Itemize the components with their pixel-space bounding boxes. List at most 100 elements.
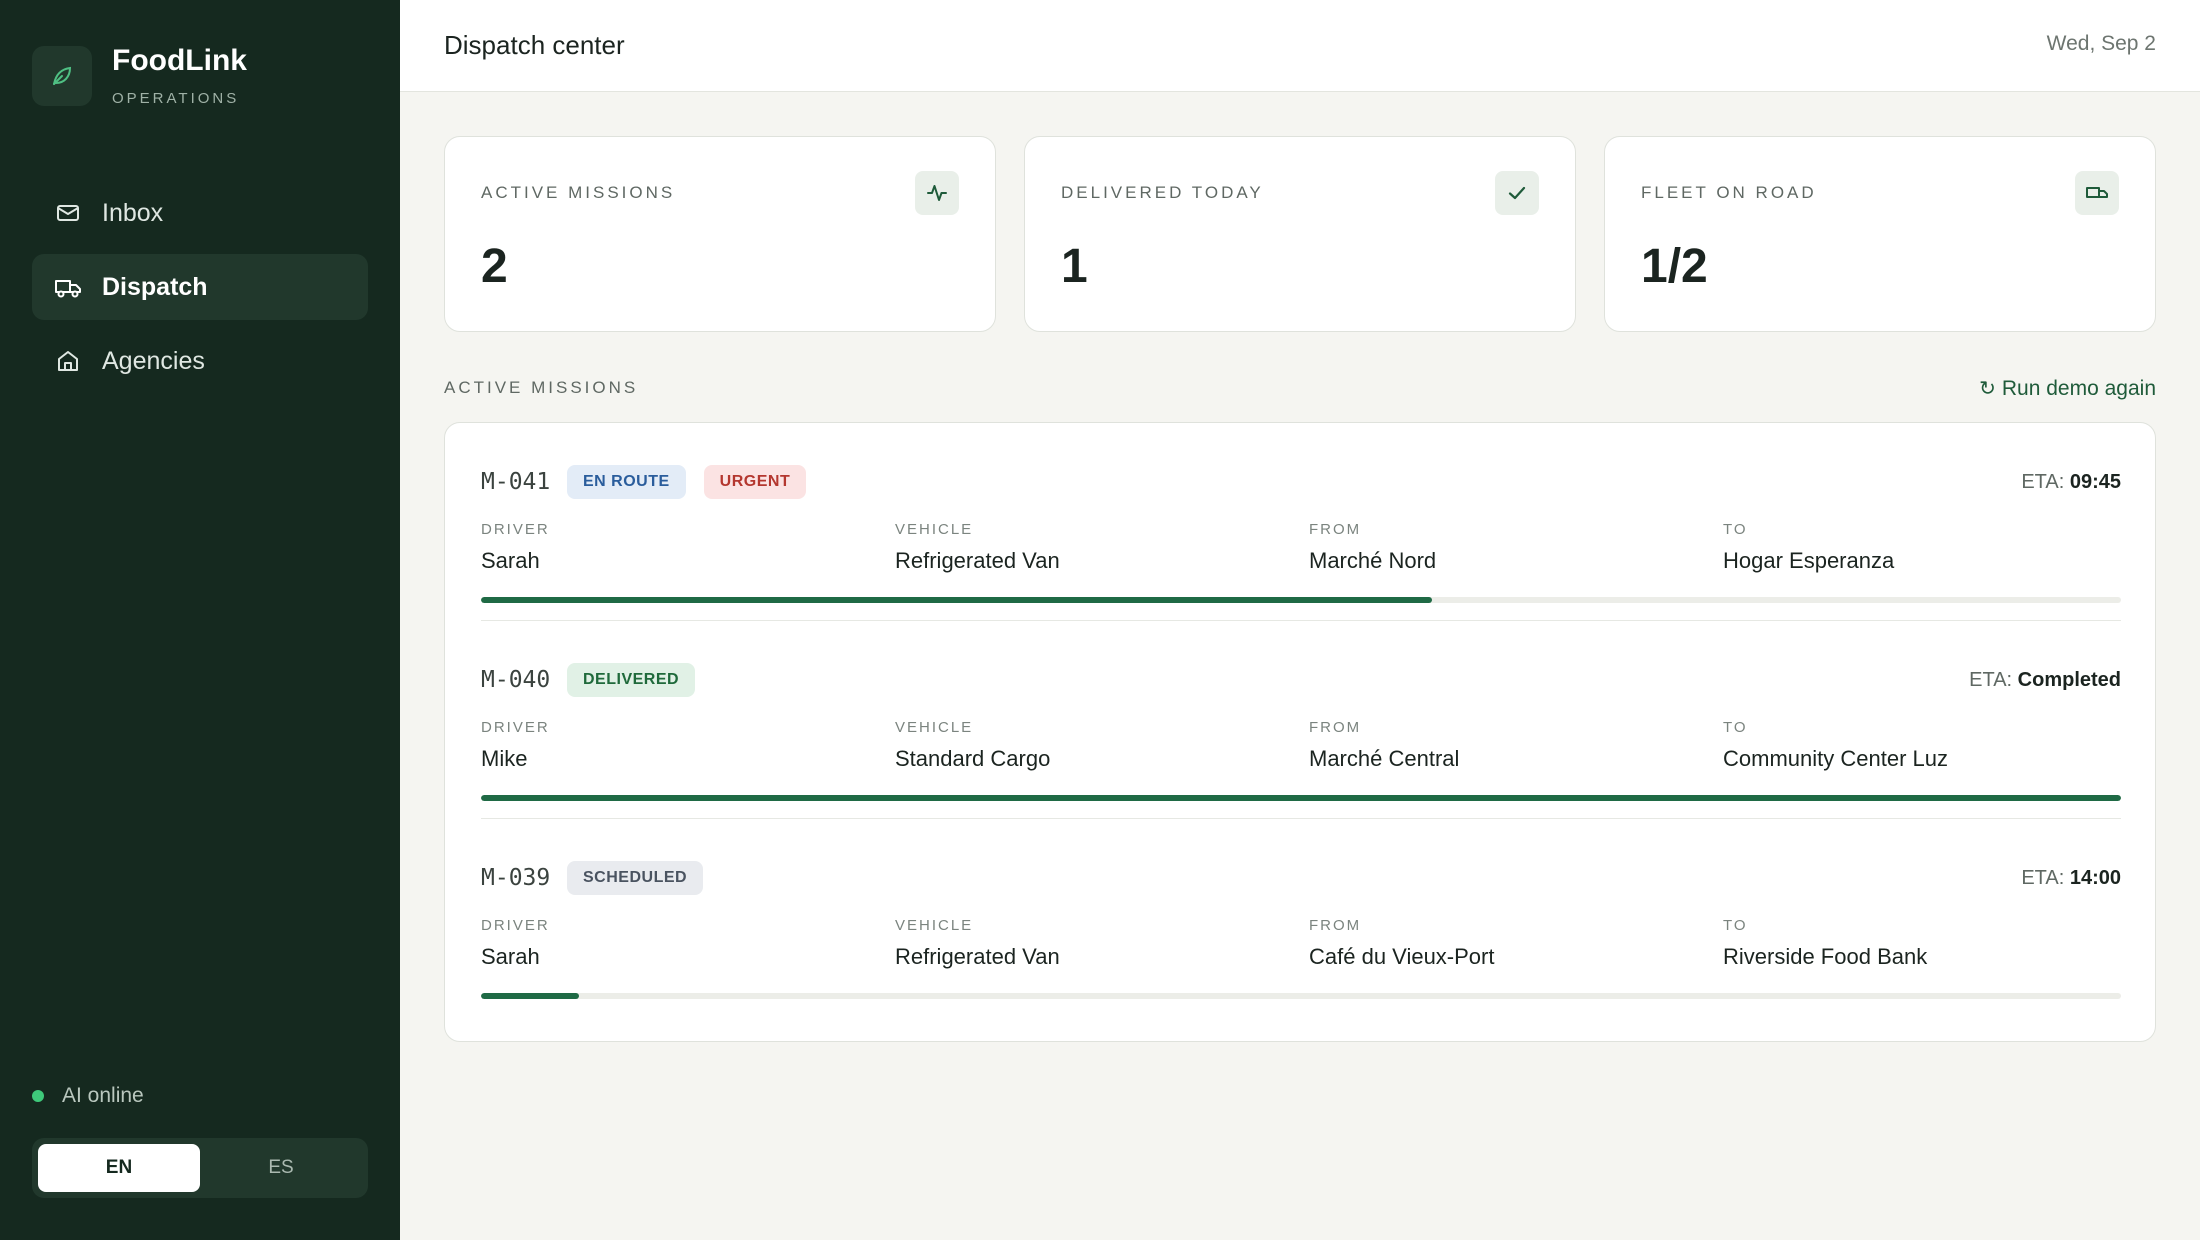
stat-value: 1/2 [1641, 240, 1708, 293]
field-label: DRIVER [481, 521, 550, 538]
sidebar-item-label: Inbox [102, 198, 164, 227]
mission-id: M-041 [481, 469, 551, 495]
sidebar: FoodLink OPERATIONS Inbox Dispatch Agenc… [0, 0, 400, 1240]
brand[interactable]: FoodLink OPERATIONS [32, 46, 247, 107]
run-demo-label: Run demo again [2001, 376, 2156, 400]
language-es-button[interactable]: ES [200, 1144, 362, 1192]
progress-fill [481, 597, 1433, 603]
truck-icon [2075, 171, 2119, 215]
field-value: Refrigerated Van [895, 548, 1060, 573]
status-badge: EN ROUTE [567, 465, 686, 499]
sidebar-nav: Inbox Dispatch Agencies [32, 180, 368, 402]
section-title: ACTIVE MISSIONS [444, 378, 639, 397]
status-badge: DELIVERED [567, 663, 696, 697]
stat-label: DELIVERED TODAY [1061, 183, 1264, 202]
field-vehicle: VEHICLE Refrigerated Van [895, 521, 1060, 574]
field-label: TO [1723, 917, 1748, 934]
mission-eta: ETA: 09:45 [2021, 471, 2121, 494]
sidebar-item-label: Agencies [102, 346, 205, 375]
home-icon [54, 347, 82, 375]
field-label: VEHICLE [895, 719, 974, 736]
field-label: TO [1723, 719, 1748, 736]
stat-label: FLEET ON ROAD [1641, 183, 1817, 202]
sidebar-item-agencies[interactable]: Agencies [32, 328, 368, 394]
mission-eta: ETA: 14:00 [2021, 867, 2121, 890]
missions-list: M-041 EN ROUTE URGENT ETA: 09:45 DRIVER … [444, 422, 2156, 1042]
mission-eta: ETA: Completed [1969, 669, 2121, 692]
eta-value: 09:45 [2069, 471, 2121, 493]
field-vehicle: VEHICLE Refrigerated Van [895, 917, 1060, 970]
mission-id: M-039 [481, 865, 551, 891]
sidebar-item-label: Dispatch [102, 272, 208, 301]
mission-badges: SCHEDULED [567, 861, 721, 895]
page-title: Dispatch center [444, 30, 625, 60]
field-value: Riverside Food Bank [1723, 944, 1928, 969]
run-demo-button[interactable]: ↻ Run demo again [1979, 376, 2156, 401]
progress-bar [481, 993, 2121, 999]
field-label: TO [1723, 521, 1748, 538]
check-icon [1495, 171, 1539, 215]
leaf-icon [32, 46, 92, 106]
stat-value: 2 [481, 240, 508, 293]
field-label: DRIVER [481, 917, 550, 934]
field-label: VEHICLE [895, 917, 974, 934]
stat-card-fleet-on-road: FLEET ON ROAD 1/2 [1604, 136, 2156, 332]
field-driver: DRIVER Mike [481, 719, 550, 772]
app-subtitle: OPERATIONS [112, 90, 240, 107]
eta-label: ETA: [2021, 867, 2065, 889]
stat-label: ACTIVE MISSIONS [481, 183, 676, 202]
field-label: FROM [1309, 719, 1362, 736]
field-value: Mike [481, 746, 528, 771]
sidebar-item-inbox[interactable]: Inbox [32, 180, 368, 246]
field-label: VEHICLE [895, 521, 974, 538]
missions-section-header: ACTIVE MISSIONS ↻ Run demo again [444, 376, 2156, 406]
language-en-button[interactable]: EN [38, 1144, 200, 1192]
field-driver: DRIVER Sarah [481, 917, 550, 970]
field-from: FROM Café du Vieux-Port [1309, 917, 1494, 970]
mail-icon [54, 199, 82, 227]
mission-row[interactable]: M-040 DELIVERED ETA: Completed DRIVER Mi… [481, 621, 2121, 819]
field-to: TO Community Center Luz [1723, 719, 1948, 772]
mission-row[interactable]: M-039 SCHEDULED ETA: 14:00 DRIVER Sarah … [481, 819, 2121, 1017]
priority-badge: URGENT [703, 465, 807, 499]
field-value: Marché Nord [1309, 548, 1437, 573]
field-value: Refrigerated Van [895, 944, 1060, 969]
activity-icon [915, 171, 959, 215]
progress-fill [481, 795, 2121, 801]
field-to: TO Hogar Esperanza [1723, 521, 1894, 574]
field-label: DRIVER [481, 719, 550, 736]
progress-bar [481, 795, 2121, 801]
field-value: Sarah [481, 944, 540, 969]
stats-row: ACTIVE MISSIONS 2 DELIVERED TODAY 1 FLEE… [444, 136, 2156, 332]
field-value: Community Center Luz [1723, 746, 1948, 771]
field-value: Café du Vieux-Port [1309, 944, 1495, 969]
eta-value: 14:00 [2069, 867, 2121, 889]
mission-id: M-040 [481, 667, 551, 693]
page-date: Wed, Sep 2 [2046, 32, 2156, 55]
field-value: Standard Cargo [895, 746, 1051, 771]
field-value: Marché Central [1309, 746, 1460, 771]
language-toggle: EN ES [32, 1138, 368, 1198]
status-dot-icon [32, 1090, 44, 1102]
field-from: FROM Marché Central [1309, 719, 1459, 772]
eta-label: ETA: [1969, 669, 2013, 691]
header: Dispatch center Wed, Sep 2 [400, 0, 2200, 92]
stat-value: 1 [1061, 240, 1088, 293]
field-value: Sarah [481, 548, 540, 573]
truck-icon [54, 273, 82, 301]
mission-badges: DELIVERED [567, 663, 713, 697]
field-to: TO Riverside Food Bank [1723, 917, 1927, 970]
field-value: Hogar Esperanza [1723, 548, 1895, 573]
field-label: FROM [1309, 521, 1362, 538]
mission-row[interactable]: M-041 EN ROUTE URGENT ETA: 09:45 DRIVER … [481, 423, 2121, 621]
eta-label: ETA: [2021, 471, 2065, 493]
ai-status: AI online [32, 1084, 144, 1108]
progress-bar [481, 597, 2121, 603]
ai-status-label: AI online [62, 1084, 144, 1107]
field-vehicle: VEHICLE Standard Cargo [895, 719, 1050, 772]
stat-card-active-missions: ACTIVE MISSIONS 2 [444, 136, 996, 332]
sidebar-item-dispatch[interactable]: Dispatch [32, 254, 368, 320]
progress-fill [481, 993, 580, 999]
app-name: FoodLink [112, 44, 247, 77]
eta-value: Completed [2017, 669, 2121, 691]
